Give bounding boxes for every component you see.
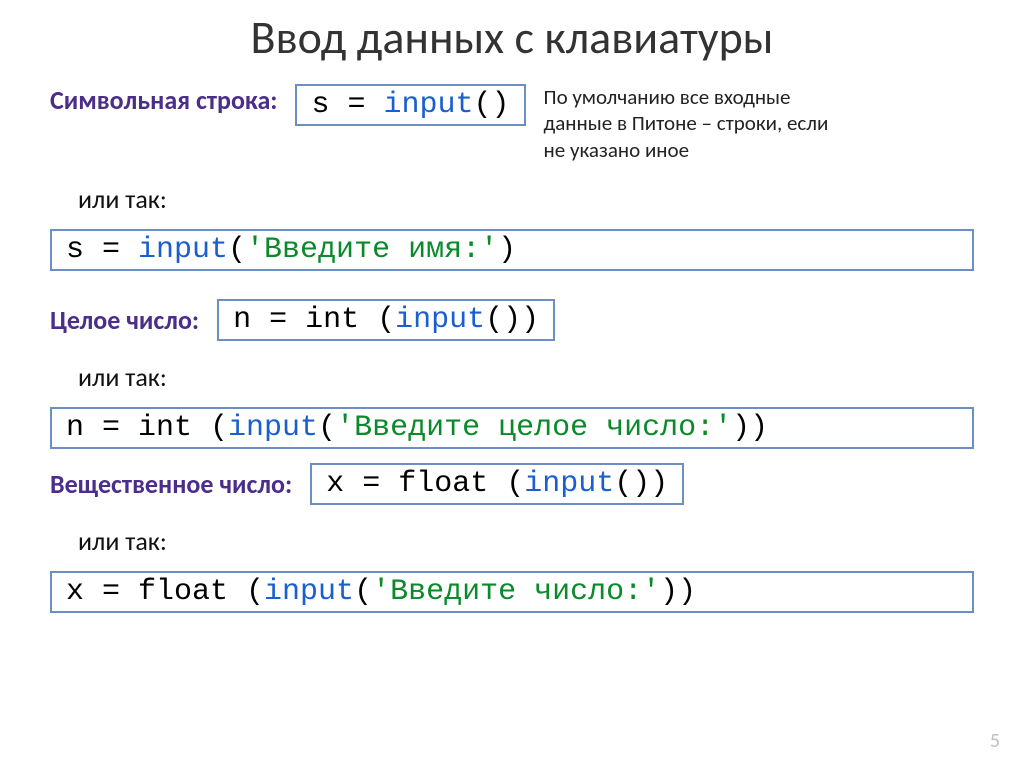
label-string: Символьная строка: [50,84,277,116]
code-text: ( [354,575,372,609]
code-text: x = float ( [326,467,524,501]
codebox-int: n = int (input()) [217,299,555,341]
row-integer: Целое число: n = int (input()) [50,299,974,341]
code-text: ()) [485,303,539,337]
code-text: )) [732,411,768,445]
label-integer: Целое число: [50,304,199,336]
page-number: 5 [990,729,1000,753]
label-or-3: или так: [78,525,974,557]
code-string: 'Введите имя:' [246,233,498,267]
code-text: n = int ( [233,303,395,337]
code-text: s = [311,88,383,122]
code-keyword: input [138,233,228,267]
code-text: )) [660,575,696,609]
code-text: ) [498,233,516,267]
code-keyword: input [395,303,485,337]
slide-title: Ввод данных с клавиатуры [50,10,974,66]
code-text: n = int ( [66,411,228,445]
code-text: ( [228,233,246,267]
label-or-1: или так: [78,183,974,215]
codebox-input-prompt: s = input('Введите имя:') [50,229,974,271]
codebox-int-prompt: n = int (input('Введите целое число:')) [50,407,974,449]
code-keyword: input [384,88,474,122]
code-keyword: input [524,467,614,501]
code-text: s = [66,233,138,267]
row-real: Вещественное число: x = float (input()) [50,463,974,505]
row-string: Символьная строка: s = input() По умолча… [50,84,974,163]
label-or-2: или так: [78,361,974,393]
code-text: ()) [614,467,668,501]
code-string: 'Введите целое число:' [336,411,732,445]
label-real: Вещественное число: [50,468,292,500]
codebox-input: s = input() [295,84,525,126]
code-keyword: input [264,575,354,609]
note-default: По умолчанию все входные данные в Питоне… [544,84,844,163]
code-text: () [474,88,510,122]
code-string: 'Введите число:' [372,575,660,609]
codebox-float-prompt: x = float (input('Введите число:')) [50,571,974,613]
code-text: x = float ( [66,575,264,609]
code-text: ( [318,411,336,445]
code-keyword: input [228,411,318,445]
codebox-float: x = float (input()) [310,463,684,505]
